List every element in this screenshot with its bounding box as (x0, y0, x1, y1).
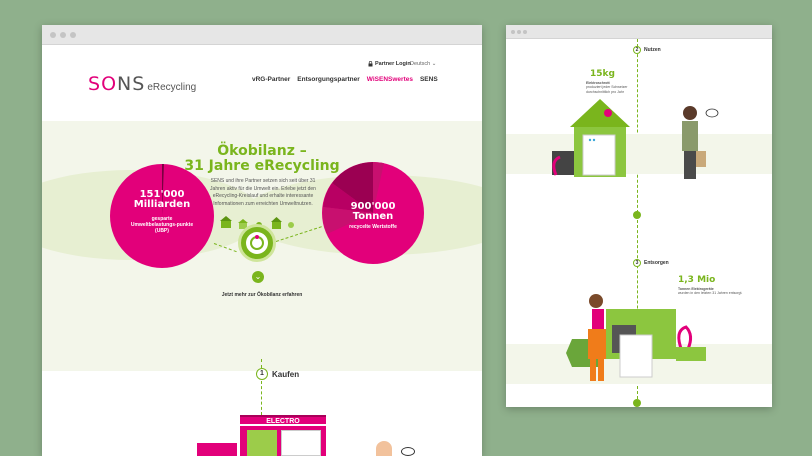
more-ecobalance-link[interactable]: Jetzt mehr zur Ökobilanz erfahren (42, 292, 482, 298)
window-dot-minimize[interactable] (517, 30, 521, 34)
store-sign: ELECTRO (240, 415, 326, 425)
hero-title-line1: Ökobilanz – (217, 143, 307, 159)
tonnes-label: recycelte Wertstoffe (349, 224, 397, 230)
language-label: Deutsch (410, 61, 431, 67)
window-dot-close[interactable] (511, 30, 515, 34)
logo-letter-o: O (101, 73, 118, 95)
nav-item-vrg-partner[interactable]: vRG-Partner (252, 76, 290, 83)
window-dot-maximize[interactable] (523, 30, 527, 34)
recycling-icon (246, 232, 268, 254)
step-number: 1 (256, 368, 268, 380)
partner-login-link[interactable]: Partner Login (368, 61, 411, 67)
nav-item-wisenswertes[interactable]: WiSENSwertes (367, 76, 413, 83)
sens-logo[interactable]: SONS eRecycling (88, 73, 196, 95)
cycle-page: 2 Nutzen 15kg Elektroschrott produziert … (506, 39, 772, 407)
chevron-down-icon: ⌄ (431, 61, 437, 67)
recycling-badge[interactable] (238, 224, 276, 262)
nav-item-sens[interactable]: SENS (420, 76, 438, 83)
step-label: Kaufen (272, 369, 300, 379)
lock-icon (368, 61, 373, 67)
tonnes-unit: Tonnen (352, 211, 394, 222)
step-entsorgen: 3 Entsorgen (633, 259, 669, 267)
recycling-site-illustration (566, 294, 706, 381)
chevron-down-icon: ⌄ (254, 272, 262, 281)
ubp-unit: Milliarden (133, 199, 191, 210)
store-annex (197, 443, 237, 456)
hero-description: SENS und ihre Partner setzen sich seit ü… (210, 178, 316, 207)
step-number: 3 (633, 259, 641, 267)
language-select[interactable]: Deutsch ⌄ (410, 61, 436, 67)
electro-store-illustration: ELECTRO (197, 415, 327, 456)
step-label: Nutzen (644, 47, 661, 53)
logo-mark: SONS (88, 73, 145, 95)
scroll-down-button[interactable] (633, 399, 641, 407)
speech-bubble (401, 447, 415, 456)
stat-15kg-value: 15kg (590, 69, 615, 79)
stat-circle-ubp[interactable]: 151'000 Milliarden gesparte Umweltbelast… (110, 164, 214, 268)
logo-letter-s: S (88, 73, 102, 95)
scroll-down-button[interactable] (633, 211, 641, 219)
main-nav: vRG-Partner Entsorgungspartner WiSENSwer… (252, 76, 438, 83)
main-page: SONS eRecycling Partner Login Deutsch ⌄ … (42, 25, 482, 456)
ubp-label: gesparte Umweltbelastungs-punkte (UBP) (130, 216, 194, 234)
step-nutzen: 2 Nutzen (633, 46, 661, 54)
step-label: Entsorgen (644, 260, 669, 266)
stat-1-3mio-value: 1,3 Mio (678, 275, 716, 285)
browser-window-secondary: 2 Nutzen 15kg Elektroschrott produziert … (506, 25, 772, 407)
partner-login-label: Partner Login (375, 61, 411, 67)
logo-subtitle: eRecycling (147, 82, 197, 93)
store-window (247, 430, 277, 456)
window-titlebar (506, 25, 772, 39)
logo-letters-ns: NS (117, 73, 146, 95)
step-number: 2 (633, 46, 641, 54)
person-illustration (682, 106, 719, 179)
step-kaufen: 1 Kaufen (256, 368, 299, 380)
stat-circle-tonnes[interactable]: 900'000 Tonnen recycelte Wertstoffe (322, 162, 424, 264)
step-connector (261, 381, 262, 415)
house-illustration (552, 99, 630, 177)
nav-item-entsorgungspartner[interactable]: Entsorgungspartner (297, 76, 359, 83)
scroll-down-button[interactable]: ⌄ (252, 271, 264, 283)
step-connector (261, 359, 262, 368)
person-head (376, 441, 392, 456)
appliance-icon (281, 430, 321, 456)
